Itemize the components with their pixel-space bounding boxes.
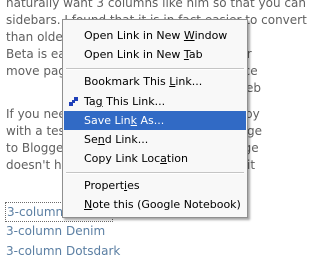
tag-icon [69,97,78,106]
context-menu: Open Link in New Window Open Link in New… [62,19,248,218]
menu-item-copy-link-location[interactable]: Copy Link Location [64,149,246,168]
menu-item-save-link-as[interactable]: Save Link As... [64,111,246,130]
menu-item-label: Note this (Google Notebook) [84,198,241,211]
menu-item-label: Open Link in New Window [84,29,228,42]
text-fragment: eb [246,81,261,95]
menu-item-label: Tag This Link... [84,95,166,108]
menu-item-send-link[interactable]: Send Link... [64,130,246,149]
link-3-column-denim[interactable]: 3-column Denim [6,222,105,240]
text-line: naturally want 3 columns like him so tha… [6,0,306,10]
menu-item-label: Properties [84,179,140,192]
text-line: to Blogger [6,141,69,155]
text-fragment: it [247,158,256,172]
menu-item-bookmark-link[interactable]: Bookmark This Link... [64,72,246,91]
menu-item-properties[interactable]: Properties [64,176,246,195]
text-fragment: ge [247,124,262,138]
menu-item-label: Open Link in New Tab [84,48,203,61]
menu-separator [66,68,244,70]
menu-separator [66,172,244,174]
menu-item-label: Save Link As... [84,114,165,127]
menu-item-label: Copy Link Location [84,152,188,165]
text-line: with a test [6,124,70,138]
menu-item-google-notebook[interactable]: Note this (Google Notebook) [64,195,246,214]
menu-item-label: Send Link... [84,133,149,146]
menu-item-open-new-window[interactable]: Open Link in New Window [64,26,246,45]
menu-item-tag-link[interactable]: Tag This Link... [64,92,246,111]
menu-item-open-new-tab[interactable]: Open Link in New Tab [64,45,246,64]
link-3-column-dotsdark[interactable]: 3-column Dotsdark [6,242,120,260]
menu-item-label: Bookmark This Link... [84,75,203,88]
